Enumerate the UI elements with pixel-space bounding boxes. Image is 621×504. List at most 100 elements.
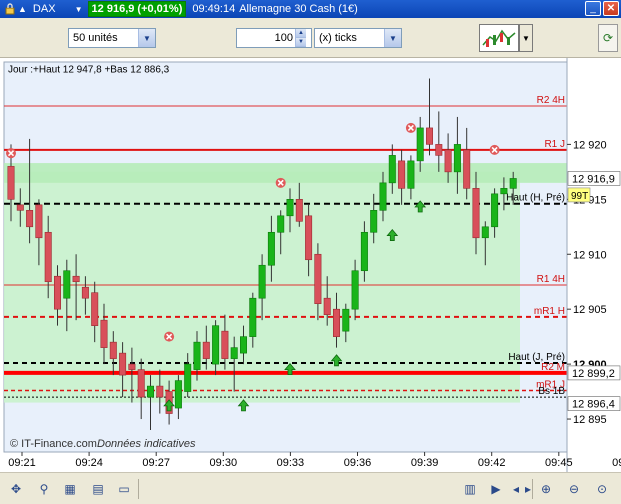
candle-body xyxy=(221,330,229,359)
candle-body xyxy=(230,347,238,359)
instrument-name: Allemagne 30 Cash (1€) xyxy=(239,3,358,15)
ticks-spinner[interactable]: ▲ ▼ xyxy=(295,29,306,47)
spin-up-icon[interactable]: ▲ xyxy=(296,29,306,38)
x-tick-label: 09:21 xyxy=(8,457,36,469)
x-tick-label: 09:27 xyxy=(142,457,170,469)
candle-body xyxy=(314,253,322,304)
chart-type-icon xyxy=(482,29,516,47)
ticks-stepper[interactable]: 100 ▲ ▼ xyxy=(236,28,312,48)
candle-body xyxy=(332,308,340,337)
candle-body xyxy=(119,352,127,376)
chevron-down-icon[interactable]: ▼ xyxy=(384,29,401,47)
y-tick-label: 12 920 xyxy=(573,139,607,151)
candle-body xyxy=(453,144,461,173)
zoom-out-icon[interactable]: ⊖ xyxy=(566,481,582,497)
x-tick-label: 09:45 xyxy=(545,457,573,469)
x-tick-label: 09:36 xyxy=(344,457,372,469)
minimize-button[interactable]: _ xyxy=(585,1,601,16)
candle-body xyxy=(72,275,80,283)
candle-body xyxy=(425,127,433,145)
zoom-in-icon[interactable]: ⊕ xyxy=(538,481,554,497)
chart-type-dropdown[interactable]: ▼ xyxy=(519,24,533,52)
candle-body xyxy=(212,325,220,365)
pan-right-icon[interactable]: ▸ xyxy=(520,481,536,497)
units-select[interactable]: 50 unités ▼ xyxy=(68,28,156,48)
palette-icon[interactable]: ▥ xyxy=(462,481,478,497)
candle-body xyxy=(7,166,15,200)
candle-body xyxy=(295,199,303,222)
candle-body xyxy=(323,297,331,315)
candle-body xyxy=(500,188,508,195)
x-tick-label: 09:33 xyxy=(277,457,305,469)
level-label: Haut (H, Pré) xyxy=(506,193,565,204)
quote-time: 09:49:14 xyxy=(192,3,236,15)
candle-body xyxy=(174,380,182,409)
symbol-dropdown-icon[interactable]: ▼ xyxy=(74,3,84,15)
candle-body xyxy=(26,210,34,228)
candle-body xyxy=(91,292,99,326)
copyright-text: © IT-Finance.com xyxy=(10,438,97,450)
candle-body xyxy=(240,336,248,354)
candle-body xyxy=(379,182,387,211)
x-tick-label: 09:42 xyxy=(478,457,506,469)
sort-arrows-icon[interactable]: ▲ xyxy=(18,4,27,14)
ticks-value[interactable]: 100 xyxy=(237,32,295,44)
chevron-down-icon[interactable]: ▼ xyxy=(138,29,155,47)
y-tick-label: 12 910 xyxy=(573,249,607,261)
candle-body xyxy=(435,144,443,156)
volume-tag: 99T xyxy=(571,191,588,202)
y-tick-label: 12 895 xyxy=(573,414,607,426)
candle-body xyxy=(398,160,406,189)
level-label: R2 M xyxy=(541,362,565,373)
level-label: R1 J xyxy=(544,139,565,150)
separator xyxy=(532,479,533,499)
ticks-unit-value: (x) ticks xyxy=(319,32,357,44)
refresh-icon: ⟳ xyxy=(602,31,614,45)
current-price-label: 12 916,9 xyxy=(572,173,615,185)
spin-down-icon[interactable]: ▼ xyxy=(296,38,306,47)
lock-icon[interactable] xyxy=(4,3,16,15)
candle-body xyxy=(156,385,164,398)
separator xyxy=(138,479,139,499)
candle-body xyxy=(184,363,192,392)
candle-body xyxy=(137,369,145,398)
candle-body xyxy=(128,363,136,370)
chart-type-button[interactable] xyxy=(479,24,519,52)
x-tick-label: 09:39 xyxy=(411,457,439,469)
candle-body xyxy=(202,341,210,359)
play-icon[interactable]: ▶ xyxy=(488,481,504,497)
candle-body xyxy=(472,188,480,239)
low-price-label: 12 896,4 xyxy=(572,399,615,411)
level-label: mR1 H xyxy=(534,306,565,317)
symbol-name[interactable]: DAX xyxy=(33,3,56,15)
layers-icon[interactable]: ▭ xyxy=(116,481,132,497)
level-label: R1 4H xyxy=(537,274,565,285)
y-tick-label: 12 905 xyxy=(573,304,607,316)
arrows-icon[interactable]: ✥ xyxy=(8,481,24,497)
chart-info-text: Jour :+Haut 12 947,8 +Bas 12 886,3 xyxy=(8,64,170,75)
candle-body xyxy=(16,204,24,211)
chart-canvas[interactable]: R2 4HR1 JHaut (H, Pré)R1 4HmR1 HHaut (J,… xyxy=(0,58,621,472)
ticks-unit-select[interactable]: (x) ticks ▼ xyxy=(314,28,402,48)
strategy-icon[interactable]: ▤ xyxy=(90,481,106,497)
candle-body xyxy=(491,193,499,228)
candle-body xyxy=(193,341,201,370)
candle-body xyxy=(360,231,368,272)
bike-icon[interactable]: ⚲ xyxy=(36,481,52,497)
price-chart[interactable]: R2 4H R1 J Haut (H, Pré) R1 4H mR1 H Haut (J,… xyxy=(0,58,621,472)
candle-body xyxy=(370,210,378,233)
candle-body xyxy=(277,215,285,233)
candle-body xyxy=(100,319,108,348)
bottom-toolbar: ✥ ⚲ ▦ ▤ ▭ ▥ ▶ ◂ ▸ ⊕ ⊖ ⊙ xyxy=(0,472,621,504)
candle-body xyxy=(53,275,61,310)
refresh-button[interactable]: ⟳ xyxy=(598,24,618,52)
toolbar: 50 unités ▼ 100 ▲ ▼ (x) ticks ▼ ▼ ⟳ xyxy=(0,18,621,58)
fit-icon[interactable]: ⊙ xyxy=(594,481,610,497)
units-select-value: 50 unités xyxy=(73,32,118,44)
close-button[interactable]: ✕ xyxy=(603,1,619,16)
candle-body xyxy=(481,226,489,239)
candle-body xyxy=(463,149,471,189)
candle-body xyxy=(509,178,517,189)
calendar-icon[interactable]: ▦ xyxy=(62,481,78,497)
x-tick-label: 09:30 xyxy=(210,457,238,469)
